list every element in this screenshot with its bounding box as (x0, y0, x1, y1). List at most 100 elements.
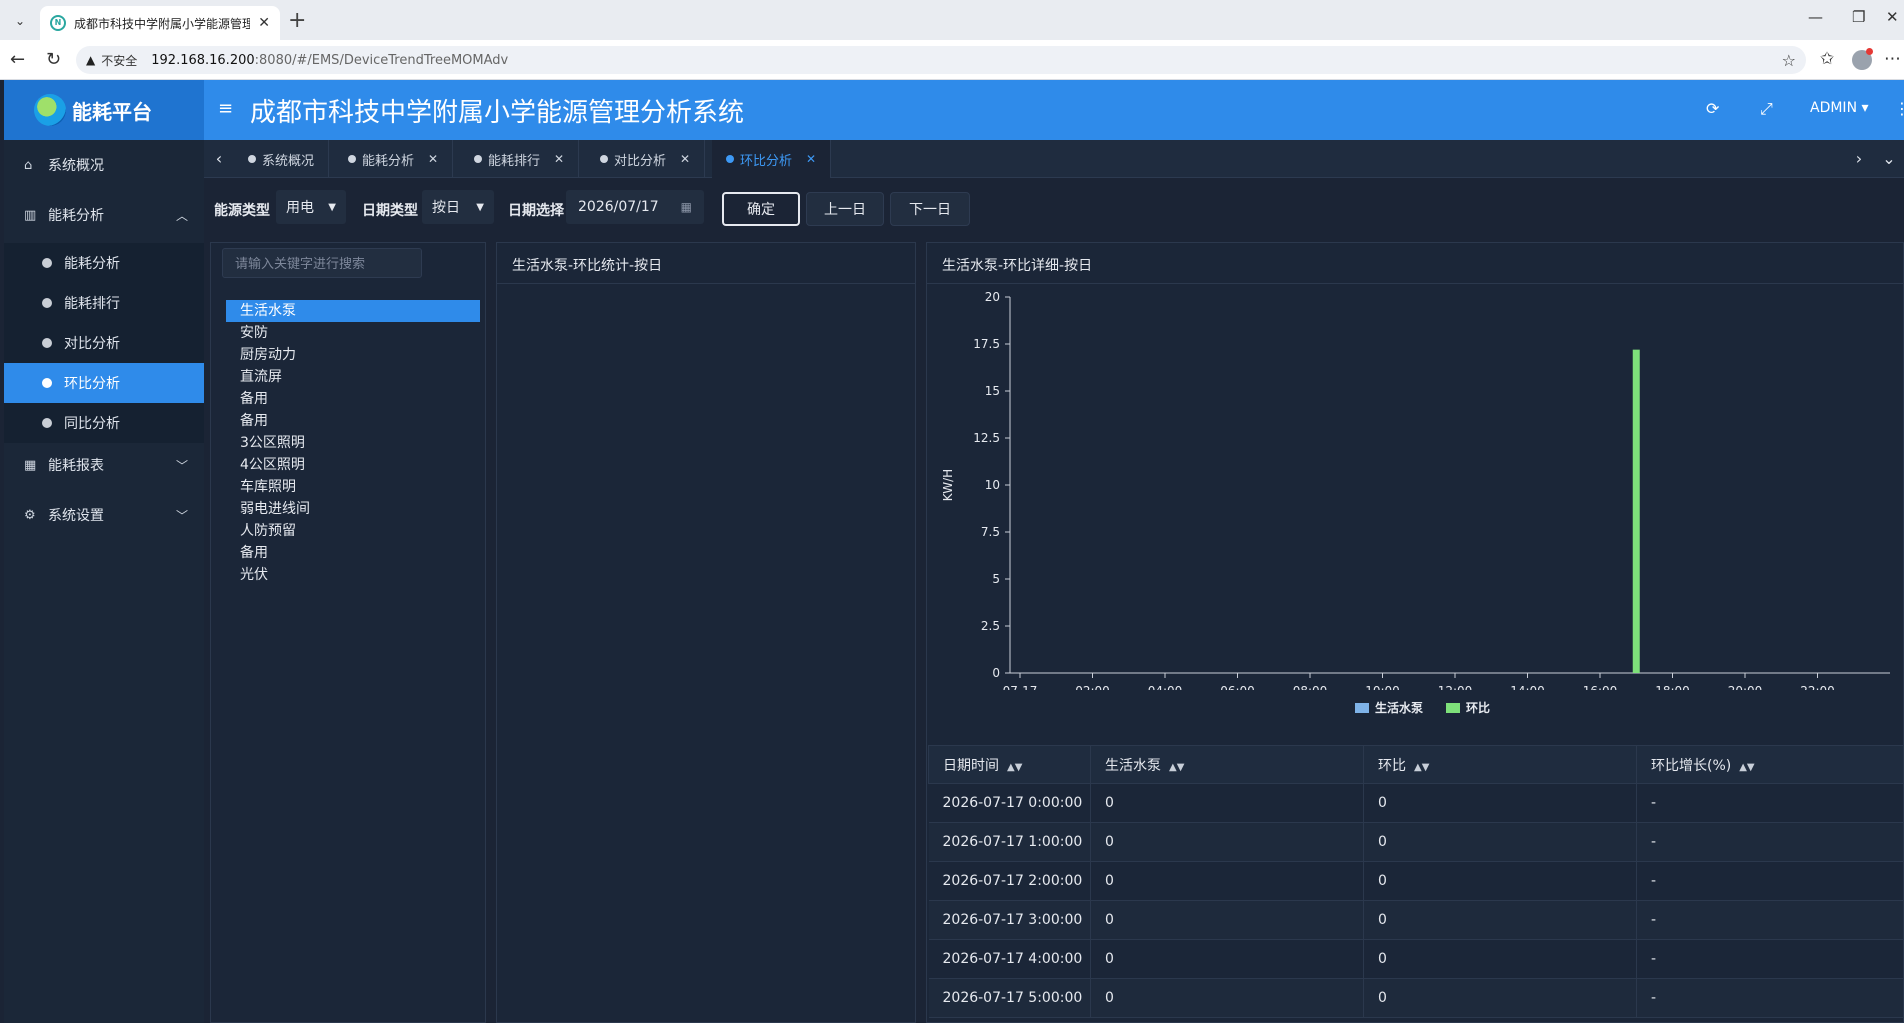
sidebar-subitem-ranking[interactable]: 能耗排行 (4, 283, 204, 323)
tags-menu-chevron-icon[interactable]: ⌄ (1874, 140, 1904, 178)
table-cell: 2026-07-17 5:00:00 (928, 978, 1091, 1018)
sidebar-item-overview[interactable]: ⌂ 系统概况 (4, 145, 204, 185)
close-window-button[interactable]: ✕ (1886, 8, 1899, 26)
sort-icon[interactable]: ▲▼ (1739, 762, 1754, 773)
sidebar-subitem-energy-analysis[interactable]: 能耗分析 (4, 243, 204, 283)
table-cell: 0 (1363, 783, 1637, 823)
table-cell: 0 (1090, 861, 1364, 901)
sort-icon[interactable]: ▲▼ (1414, 762, 1429, 773)
mom-detail-table: 日期时间 ▲▼ 生活水泵 ▲▼ 环比 ▲▼ 环比增长(%) ▲▼ 2026-07-17 … (928, 745, 1904, 1018)
column-header-mom[interactable]: 环比 ▲▼ (1363, 745, 1637, 784)
chevron-down-icon: ﹀ (175, 508, 188, 523)
logo-mark-icon (34, 94, 66, 126)
site-favicon-icon: N (50, 15, 66, 31)
column-header-pump[interactable]: 生活水泵 ▲▼ (1090, 745, 1364, 784)
tree-item[interactable]: 车库照明 (226, 476, 480, 498)
tree-item[interactable]: 厨房动力 (226, 344, 480, 366)
bullet-icon (726, 155, 734, 163)
y-tick-label: 2.5 (981, 619, 1000, 633)
date-type-select[interactable]: 按日 ▼ (422, 190, 494, 224)
sidebar-item-energy-analysis[interactable]: ▥ 能耗分析 ︿ (4, 195, 204, 235)
tree-item[interactable]: 安防 (226, 322, 480, 344)
user-menu[interactable]: ADMIN ▾ (1810, 100, 1869, 116)
fullscreen-icon[interactable]: ⤢ (1760, 99, 1773, 119)
tree-item[interactable]: 光伏 (226, 564, 480, 586)
restore-button[interactable]: ❐ (1852, 8, 1865, 26)
tree-item[interactable]: 备用 (226, 542, 480, 564)
refresh-icon[interactable]: ⟳ (1706, 99, 1719, 118)
bookmark-star-icon[interactable]: ☆ (1782, 51, 1796, 70)
tree-item[interactable]: 备用 (226, 388, 480, 410)
tree-item[interactable]: 直流屏 (226, 366, 480, 388)
insecure-label: 不安全 (101, 53, 138, 68)
table-cell: 2026-07-17 4:00:00 (928, 939, 1091, 979)
date-type-value: 按日 (432, 200, 460, 216)
column-header-mom-growth[interactable]: 环比增长(%) ▲▼ (1636, 745, 1904, 784)
date-type-label: 日期类型 (362, 203, 418, 219)
favorites-icon[interactable]: ✩ (1820, 49, 1834, 69)
tree-item[interactable]: 3公区照明 (226, 432, 480, 454)
y-axis-label: KW/H (941, 469, 955, 501)
browser-tab[interactable]: N 成都市科技中学附属小学能源管理 ✕ (40, 6, 280, 40)
back-icon[interactable]: ← (10, 49, 25, 70)
tab-mom-analysis[interactable]: 环比分析 ✕ (712, 140, 832, 178)
tree-item[interactable]: 人防预留 (226, 520, 480, 542)
sort-icon[interactable]: ▲▼ (1007, 762, 1022, 773)
table-cell: - (1636, 861, 1904, 901)
reload-icon[interactable]: ↻ (46, 49, 61, 70)
y-tick-label: 7.5 (981, 525, 1000, 539)
more-vertical-icon[interactable]: ⋮ (1894, 99, 1904, 118)
tab-overview[interactable]: 系统概况 (234, 140, 330, 178)
tags-scroll-right-icon[interactable]: › (1844, 140, 1874, 178)
y-tick-label: 10 (985, 478, 1000, 492)
prev-day-button[interactable]: 上一日 (806, 192, 884, 226)
table-cell: 2026-07-17 0:00:00 (928, 783, 1091, 823)
tree-search-input[interactable] (222, 248, 422, 278)
chevron-down-icon: ▼ (328, 201, 336, 213)
close-icon[interactable]: ✕ (806, 152, 816, 166)
bullet-icon (248, 155, 256, 163)
tab-label: 能耗分析 (362, 153, 415, 169)
tree-item[interactable]: 弱电进线间 (226, 498, 480, 520)
tags-scroll-left-icon[interactable]: ‹ (204, 140, 234, 178)
sidebar-item-settings[interactable]: ⚙ 系统设置 ﹀ (4, 495, 204, 535)
new-tab-button[interactable]: + (288, 8, 306, 33)
close-tab-icon[interactable]: ✕ (258, 15, 270, 31)
sidebar-subitem-comparison[interactable]: 对比分析 (4, 323, 204, 363)
minimize-button[interactable]: — (1808, 8, 1823, 26)
column-header-datetime[interactable]: 日期时间 ▲▼ (928, 745, 1091, 784)
y-tick-label: 17.5 (973, 337, 1000, 351)
tab-search-button[interactable]: ⌄ (8, 9, 32, 33)
close-icon[interactable]: ✕ (680, 152, 690, 166)
close-icon[interactable]: ✕ (428, 152, 438, 166)
tab-comparison[interactable]: 对比分析 ✕ (586, 140, 706, 178)
url-host: 192.168.16.200 (151, 52, 255, 68)
table-cell: 0 (1090, 978, 1364, 1018)
confirm-button[interactable]: 确定 (722, 192, 800, 226)
tree-item[interactable]: 4公区照明 (226, 454, 480, 476)
y-tick-label: 5 (992, 572, 1000, 586)
close-icon[interactable]: ✕ (554, 152, 564, 166)
url-input[interactable]: ▲ 不安全 192.168.16.200 :8080/#/EMS/DeviceT… (76, 46, 1806, 74)
sort-icon[interactable]: ▲▼ (1169, 762, 1184, 773)
sidebar-item-report[interactable]: ▦ 能耗报表 ﹀ (4, 445, 204, 485)
menu-toggle-icon[interactable]: ≡ (218, 98, 233, 119)
tab-ranking[interactable]: 能耗排行 ✕ (460, 140, 580, 178)
address-bar: ← ↻ ▲ 不安全 192.168.16.200 :8080/#/EMS/Dev… (0, 40, 1904, 80)
energy-type-select[interactable]: 用电 ▼ (276, 190, 346, 224)
x-tick-label: 07-17 (1003, 684, 1038, 690)
tab-label: 环比分析 (740, 153, 793, 169)
more-menu-icon[interactable]: ⋯ (1884, 49, 1901, 69)
next-day-button[interactable]: 下一日 (890, 192, 970, 226)
tree-item[interactable]: 生活水泵 (226, 300, 480, 322)
date-picker[interactable]: 2026/07/17 ▦ (566, 190, 704, 224)
home-icon: ⌂ (24, 157, 33, 173)
tab-energy-analysis[interactable]: 能耗分析 ✕ (334, 140, 454, 178)
table-cell: - (1636, 900, 1904, 940)
table-row: 2026-07-17 4:00:00 0 0- (928, 939, 1904, 979)
column-header-label: 环比增长(%) (1651, 757, 1732, 774)
sidebar-subitem-yoy[interactable]: 同比分析 (4, 403, 204, 443)
sidebar-subitem-mom[interactable]: 环比分析 (4, 363, 204, 403)
tree-item[interactable]: 备用 (226, 410, 480, 432)
x-tick-label: 20:00 (1728, 684, 1763, 690)
